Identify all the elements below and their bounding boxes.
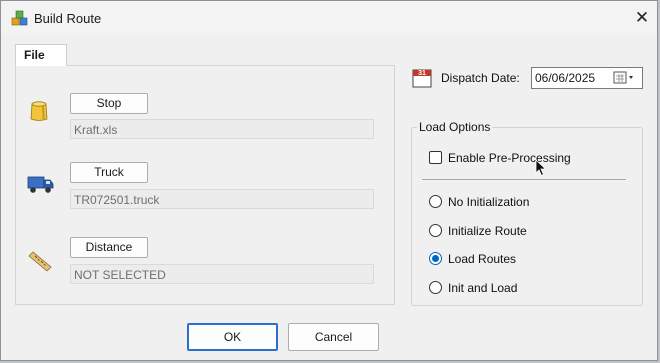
calendar-dropdown-icon[interactable] — [612, 70, 638, 85]
build-route-dialog: Build Route ✕ File Stop Kraft.xls Truck … — [0, 0, 658, 361]
close-icon[interactable]: ✕ — [629, 5, 655, 31]
truck-file-field: TR072501.truck — [70, 189, 374, 209]
stop-button[interactable]: Stop — [70, 93, 148, 114]
window-title: Build Route — [34, 11, 102, 26]
load-options-legend: Load Options — [417, 120, 493, 134]
radio-initialize-route-label[interactable]: Initialize Route — [448, 224, 527, 238]
radio-init-and-load-label[interactable]: Init and Load — [448, 281, 517, 295]
mouse-cursor-icon — [535, 159, 547, 177]
cancel-button[interactable]: Cancel — [288, 323, 379, 351]
distance-file-field: NOT SELECTED — [70, 264, 374, 284]
distance-button[interactable]: Distance — [70, 237, 148, 258]
calendar-badge: 31 — [418, 70, 426, 77]
radio-load-routes[interactable] — [429, 252, 442, 265]
options-separator — [422, 179, 626, 180]
radio-no-initialization[interactable] — [429, 195, 442, 208]
preprocessing-checkbox[interactable] — [429, 151, 442, 164]
radio-load-routes-label[interactable]: Load Routes — [448, 252, 516, 266]
truck-icon — [27, 176, 54, 193]
title-bar: Build Route ✕ — [1, 1, 657, 35]
calendar-icon: 31 — [411, 67, 433, 89]
radio-no-initialization-label[interactable]: No Initialization — [448, 195, 529, 209]
stop-file-field: Kraft.xls — [70, 119, 374, 139]
barrel-icon — [30, 101, 48, 121]
ruler-icon — [28, 251, 52, 272]
tab-file[interactable]: File — [15, 44, 67, 66]
ok-button[interactable]: OK — [187, 323, 278, 351]
radio-init-and-load[interactable] — [429, 281, 442, 294]
truck-button[interactable]: Truck — [70, 162, 148, 183]
cube-stack-icon — [11, 10, 28, 26]
dispatch-date-label: Dispatch Date: — [441, 71, 520, 85]
preprocessing-label[interactable]: Enable Pre-Processing — [448, 151, 571, 165]
radio-initialize-route[interactable] — [429, 224, 442, 237]
